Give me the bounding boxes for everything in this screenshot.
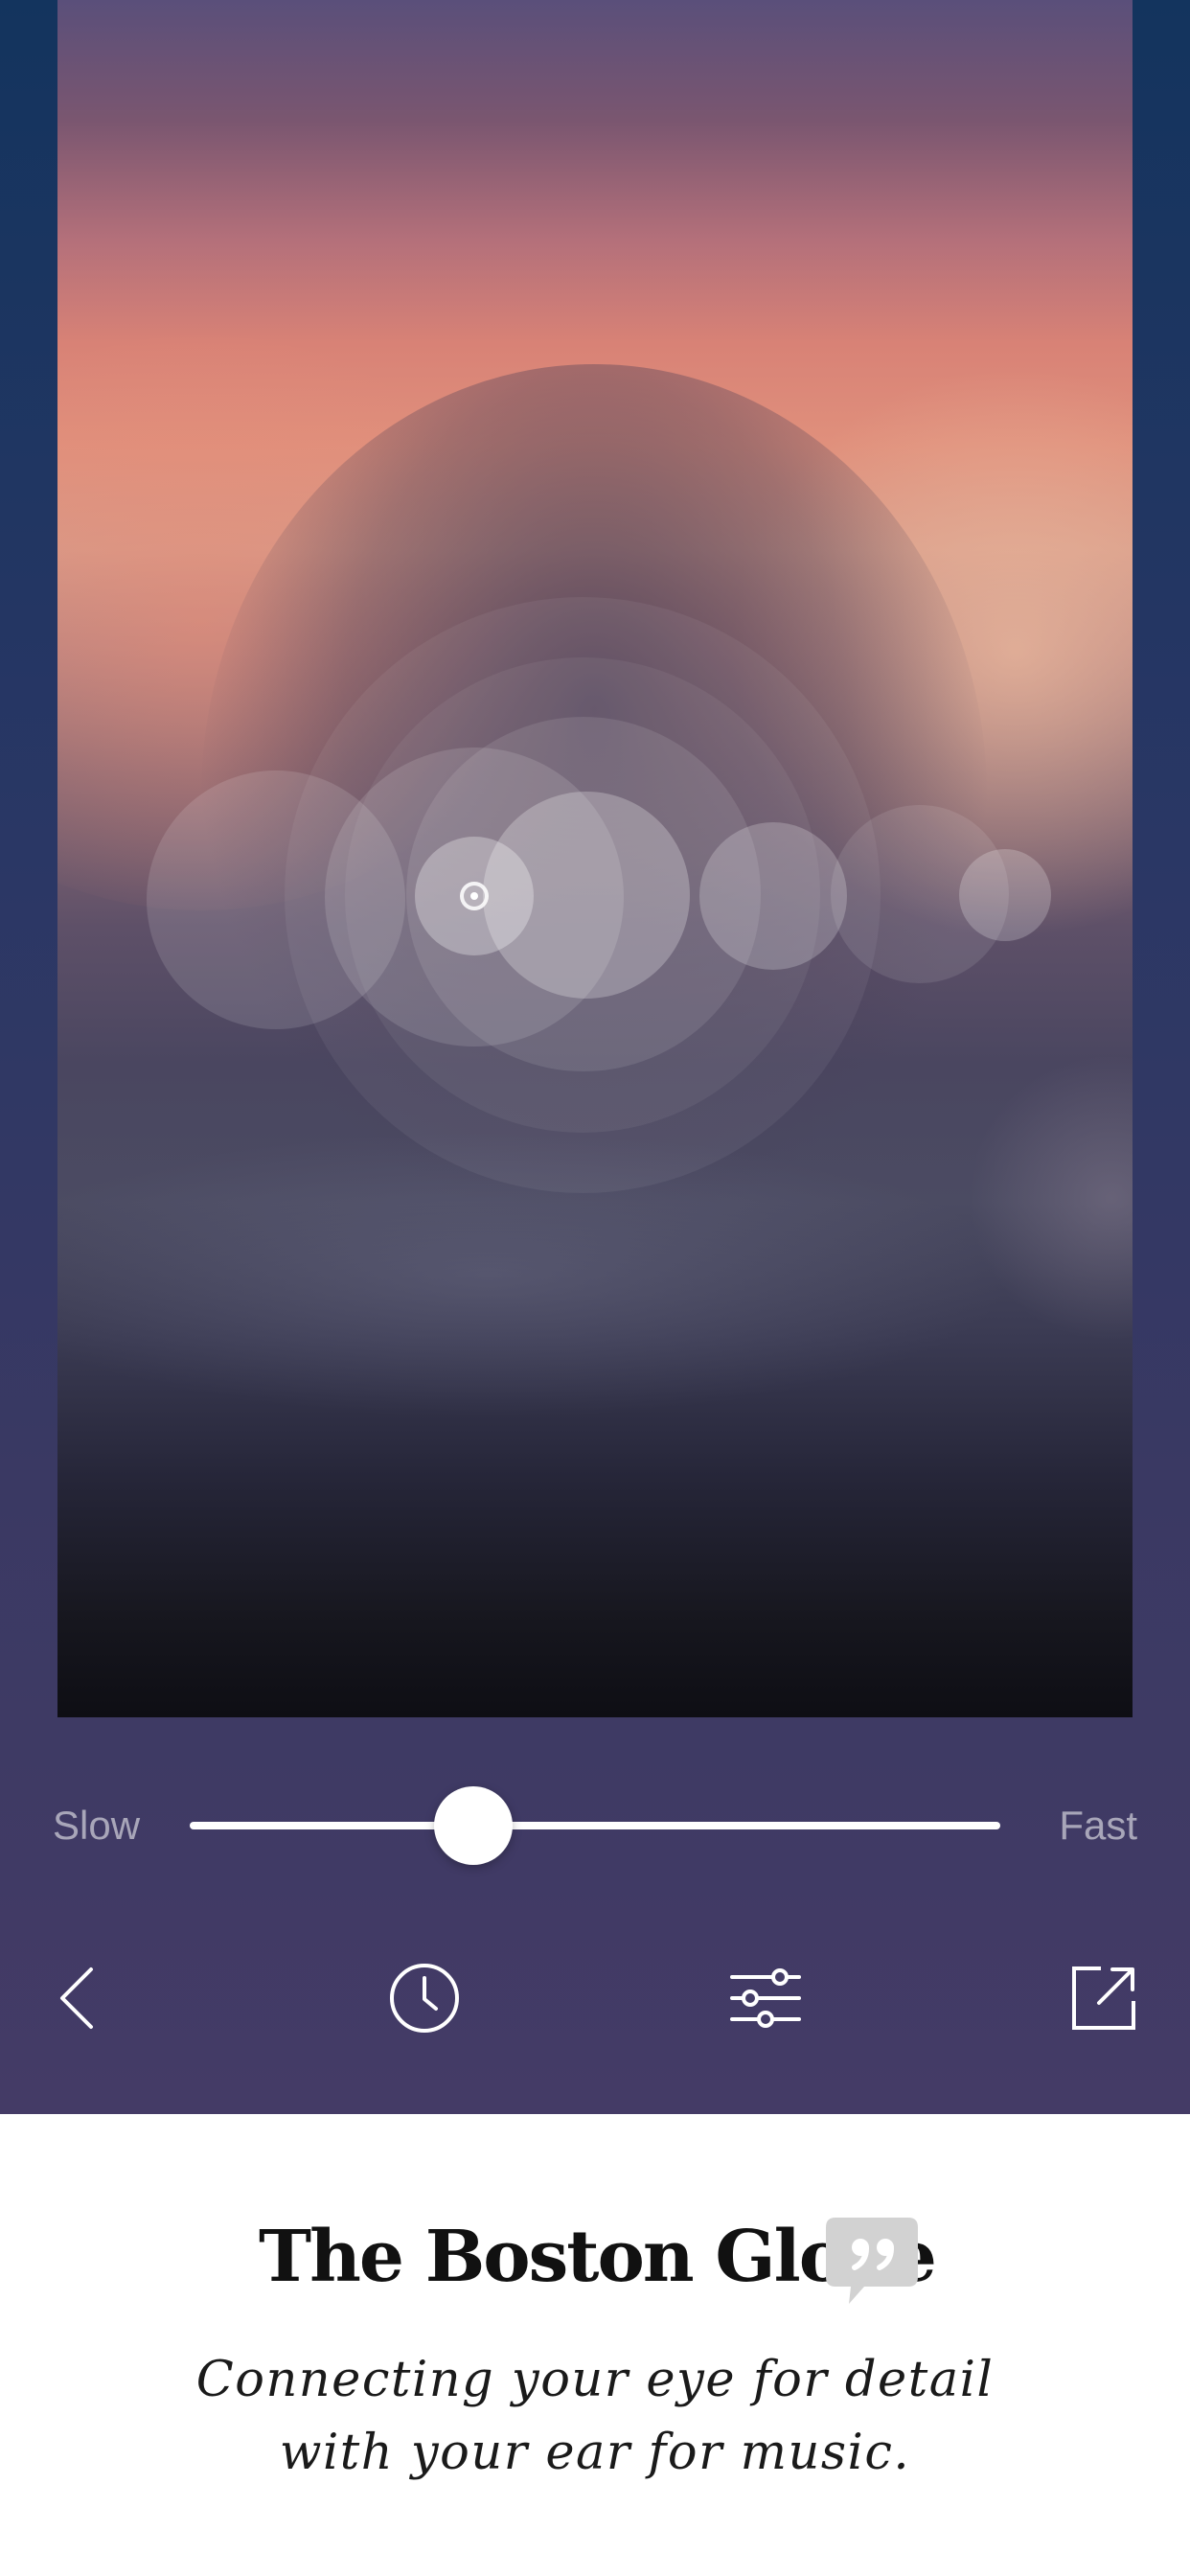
ad-tagline-line-1: Connecting your eye for detail	[195, 2352, 995, 2408]
slider-max-label: Fast	[1059, 1803, 1137, 1848]
app-screen: Slow Fast The Boston Globe Connecting yo…	[0, 0, 1190, 2576]
chevron-left-icon	[60, 1967, 93, 2029]
adjust-button[interactable]	[722, 1955, 809, 2041]
player-panel: Slow Fast	[0, 0, 1190, 2114]
back-button[interactable]	[36, 1955, 123, 2041]
share-icon	[1072, 1966, 1135, 2030]
ad-banner[interactable]: The Boston Globe Connecting your eye for…	[0, 2114, 1190, 2576]
bottom-toolbar	[0, 1955, 1190, 2041]
sound-bubble[interactable]	[699, 822, 847, 970]
ad-tagline: Connecting your eye for detail with your…	[0, 2344, 1190, 2490]
slider-min-label: Slow	[53, 1803, 141, 1848]
quote-bubble-icon	[826, 2218, 918, 2304]
selection-indicator[interactable]	[460, 882, 489, 910]
sound-bubbles-visualizer[interactable]	[57, 0, 1133, 1717]
timer-button[interactable]	[381, 1955, 468, 2041]
speed-slider-thumb[interactable]	[434, 1786, 514, 1865]
ad-brand-row: The Boston Globe	[0, 2216, 1190, 2321]
clock-icon	[390, 1964, 459, 2033]
speed-slider-track[interactable]	[190, 1786, 1000, 1865]
ad-tagline-line-2: with your ear for music.	[279, 2425, 911, 2481]
sliders-icon	[730, 1968, 801, 2028]
sound-bubble[interactable]	[959, 849, 1051, 941]
speed-slider-row: Slow Fast	[0, 1782, 1190, 1869]
share-button[interactable]	[1061, 1955, 1147, 2041]
